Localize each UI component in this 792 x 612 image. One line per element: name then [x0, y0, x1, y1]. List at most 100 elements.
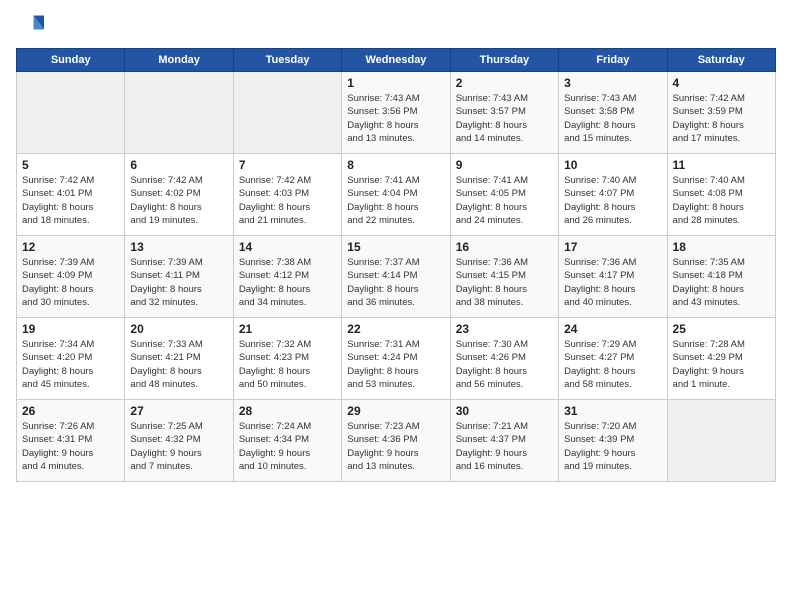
- calendar-cell: [17, 72, 125, 154]
- calendar-cell: [667, 400, 775, 482]
- day-info: Sunrise: 7:42 AM Sunset: 4:01 PM Dayligh…: [22, 174, 119, 227]
- day-info: Sunrise: 7:24 AM Sunset: 4:34 PM Dayligh…: [239, 420, 336, 473]
- day-number: 2: [456, 76, 553, 90]
- calendar-week-row: 12Sunrise: 7:39 AM Sunset: 4:09 PM Dayli…: [17, 236, 776, 318]
- calendar-cell: 11Sunrise: 7:40 AM Sunset: 4:08 PM Dayli…: [667, 154, 775, 236]
- day-number: 22: [347, 322, 444, 336]
- calendar-cell: 24Sunrise: 7:29 AM Sunset: 4:27 PM Dayli…: [559, 318, 667, 400]
- logo: [16, 12, 48, 40]
- day-info: Sunrise: 7:31 AM Sunset: 4:24 PM Dayligh…: [347, 338, 444, 391]
- calendar-cell: 19Sunrise: 7:34 AM Sunset: 4:20 PM Dayli…: [17, 318, 125, 400]
- calendar-cell: 14 Sunrise: 7:38 AM Sunset: 4:12 PM Dayli…: [233, 236, 341, 318]
- day-number: 20: [130, 322, 227, 336]
- calendar-cell: 30 Sunrise: 7:21 AM Sunset: 4:37 PM Dayli…: [450, 400, 558, 482]
- calendar-cell: 18 Sunrise: 7:35 AM Sunset: 4:18 PM Dayli…: [667, 236, 775, 318]
- day-info: Sunrise: 7:42 AM Sunset: 4:02 PM Dayligh…: [130, 174, 227, 227]
- day-info: Sunrise: 7:42 AM Sunset: 4:03 PM Dayligh…: [239, 174, 336, 227]
- calendar-cell: 12Sunrise: 7:39 AM Sunset: 4:09 PM Dayli…: [17, 236, 125, 318]
- day-info: Sunrise: 7:33 AM Sunset: 4:21 PM Dayligh…: [130, 338, 227, 391]
- calendar-cell: 31 Sunrise: 7:20 AM Sunset: 4:39 PM Dayli…: [559, 400, 667, 482]
- day-info: Sunrise: 7:21 AM Sunset: 4:37 PM Dayligh…: [456, 420, 553, 473]
- day-number: 28: [239, 404, 336, 418]
- day-number: 6: [130, 158, 227, 172]
- calendar-table: SundayMondayTuesdayWednesdayThursdayFrid…: [16, 48, 776, 482]
- day-info: Sunrise: 7:36 AM Sunset: 4:15 PM Dayligh…: [456, 256, 553, 309]
- day-number: 1: [347, 76, 444, 90]
- day-info: Sunrise: 7:40 AM Sunset: 4:08 PM Dayligh…: [673, 174, 770, 227]
- day-info: Sunrise: 7:25 AM Sunset: 4:32 PM Dayligh…: [130, 420, 227, 473]
- day-info: Sunrise: 7:38 AM Sunset: 4:12 PM Dayligh…: [239, 256, 336, 309]
- day-info: Sunrise: 7:43 AM Sunset: 3:57 PM Dayligh…: [456, 92, 553, 145]
- calendar-cell: 15 Sunrise: 7:37 AM Sunset: 4:14 PM Dayli…: [342, 236, 450, 318]
- day-number: 16: [456, 240, 553, 254]
- day-number: 10: [564, 158, 661, 172]
- weekday-header: Friday: [559, 49, 667, 72]
- day-info: Sunrise: 7:40 AM Sunset: 4:07 PM Dayligh…: [564, 174, 661, 227]
- weekday-header: Monday: [125, 49, 233, 72]
- day-info: Sunrise: 7:43 AM Sunset: 3:56 PM Dayligh…: [347, 92, 444, 145]
- day-info: Sunrise: 7:32 AM Sunset: 4:23 PM Dayligh…: [239, 338, 336, 391]
- calendar-cell: [125, 72, 233, 154]
- day-number: 4: [673, 76, 770, 90]
- day-number: 9: [456, 158, 553, 172]
- calendar-week-row: 19Sunrise: 7:34 AM Sunset: 4:20 PM Dayli…: [17, 318, 776, 400]
- calendar-week-row: 1 Sunrise: 7:43 AM Sunset: 3:56 PM Daylig…: [17, 72, 776, 154]
- calendar-cell: 2 Sunrise: 7:43 AM Sunset: 3:57 PM Daylig…: [450, 72, 558, 154]
- calendar-header: SundayMondayTuesdayWednesdayThursdayFrid…: [17, 49, 776, 72]
- day-info: Sunrise: 7:23 AM Sunset: 4:36 PM Dayligh…: [347, 420, 444, 473]
- weekday-header: Saturday: [667, 49, 775, 72]
- calendar-cell: 9 Sunrise: 7:41 AM Sunset: 4:05 PM Daylig…: [450, 154, 558, 236]
- calendar-cell: 17 Sunrise: 7:36 AM Sunset: 4:17 PM Dayli…: [559, 236, 667, 318]
- calendar-cell: 25 Sunrise: 7:28 AM Sunset: 4:29 PM Dayli…: [667, 318, 775, 400]
- day-info: Sunrise: 7:42 AM Sunset: 3:59 PM Dayligh…: [673, 92, 770, 145]
- calendar-week-row: 26Sunrise: 7:26 AM Sunset: 4:31 PM Dayli…: [17, 400, 776, 482]
- day-number: 12: [22, 240, 119, 254]
- day-number: 26: [22, 404, 119, 418]
- day-info: Sunrise: 7:30 AM Sunset: 4:26 PM Dayligh…: [456, 338, 553, 391]
- day-info: Sunrise: 7:41 AM Sunset: 4:04 PM Dayligh…: [347, 174, 444, 227]
- day-number: 23: [456, 322, 553, 336]
- day-info: Sunrise: 7:37 AM Sunset: 4:14 PM Dayligh…: [347, 256, 444, 309]
- day-info: Sunrise: 7:34 AM Sunset: 4:20 PM Dayligh…: [22, 338, 119, 391]
- day-number: 13: [130, 240, 227, 254]
- day-number: 7: [239, 158, 336, 172]
- weekday-header: Sunday: [17, 49, 125, 72]
- calendar-cell: 6 Sunrise: 7:42 AM Sunset: 4:02 PM Daylig…: [125, 154, 233, 236]
- calendar-cell: 7 Sunrise: 7:42 AM Sunset: 4:03 PM Daylig…: [233, 154, 341, 236]
- day-info: Sunrise: 7:35 AM Sunset: 4:18 PM Dayligh…: [673, 256, 770, 309]
- calendar-cell: 22 Sunrise: 7:31 AM Sunset: 4:24 PM Dayli…: [342, 318, 450, 400]
- day-number: 5: [22, 158, 119, 172]
- weekday-row: SundayMondayTuesdayWednesdayThursdayFrid…: [17, 49, 776, 72]
- day-info: Sunrise: 7:20 AM Sunset: 4:39 PM Dayligh…: [564, 420, 661, 473]
- calendar-cell: 5 Sunrise: 7:42 AM Sunset: 4:01 PM Daylig…: [17, 154, 125, 236]
- day-number: 25: [673, 322, 770, 336]
- calendar-cell: 3 Sunrise: 7:43 AM Sunset: 3:58 PM Daylig…: [559, 72, 667, 154]
- day-number: 17: [564, 240, 661, 254]
- calendar-cell: 23 Sunrise: 7:30 AM Sunset: 4:26 PM Dayli…: [450, 318, 558, 400]
- day-info: Sunrise: 7:28 AM Sunset: 4:29 PM Dayligh…: [673, 338, 770, 391]
- calendar-cell: 26Sunrise: 7:26 AM Sunset: 4:31 PM Dayli…: [17, 400, 125, 482]
- day-info: Sunrise: 7:41 AM Sunset: 4:05 PM Dayligh…: [456, 174, 553, 227]
- day-number: 18: [673, 240, 770, 254]
- weekday-header: Thursday: [450, 49, 558, 72]
- day-number: 31: [564, 404, 661, 418]
- day-number: 14: [239, 240, 336, 254]
- calendar-cell: 29Sunrise: 7:23 AM Sunset: 4:36 PM Dayli…: [342, 400, 450, 482]
- day-info: Sunrise: 7:43 AM Sunset: 3:58 PM Dayligh…: [564, 92, 661, 145]
- calendar-cell: [233, 72, 341, 154]
- day-info: Sunrise: 7:36 AM Sunset: 4:17 PM Dayligh…: [564, 256, 661, 309]
- weekday-header: Tuesday: [233, 49, 341, 72]
- day-number: 15: [347, 240, 444, 254]
- page: SundayMondayTuesdayWednesdayThursdayFrid…: [0, 0, 792, 612]
- day-number: 24: [564, 322, 661, 336]
- calendar-cell: 8 Sunrise: 7:41 AM Sunset: 4:04 PM Daylig…: [342, 154, 450, 236]
- day-number: 8: [347, 158, 444, 172]
- weekday-header: Wednesday: [342, 49, 450, 72]
- calendar-cell: 16 Sunrise: 7:36 AM Sunset: 4:15 PM Dayli…: [450, 236, 558, 318]
- day-number: 3: [564, 76, 661, 90]
- calendar-cell: 13Sunrise: 7:39 AM Sunset: 4:11 PM Dayli…: [125, 236, 233, 318]
- calendar-cell: 4 Sunrise: 7:42 AM Sunset: 3:59 PM Daylig…: [667, 72, 775, 154]
- header: [16, 12, 776, 40]
- day-number: 30: [456, 404, 553, 418]
- calendar-cell: 27Sunrise: 7:25 AM Sunset: 4:32 PM Dayli…: [125, 400, 233, 482]
